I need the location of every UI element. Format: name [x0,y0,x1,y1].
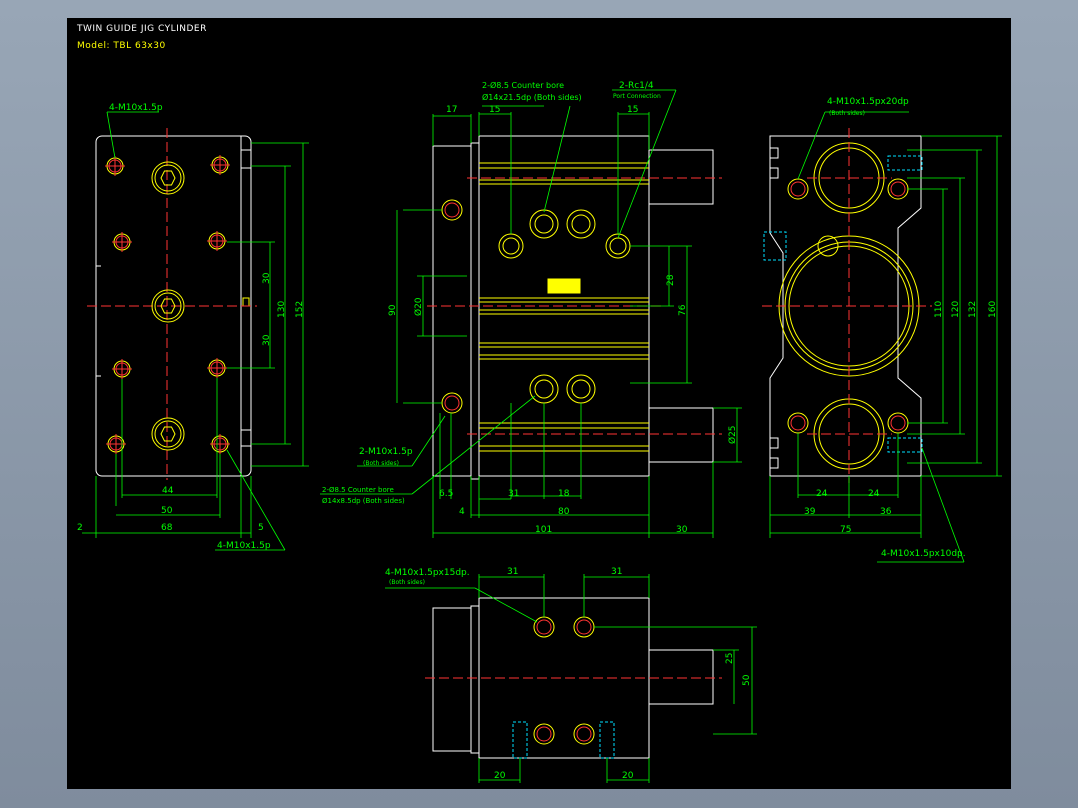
dim-phi25: Ø25 [727,425,738,444]
dim-17: 17 [446,105,457,115]
rear-view-centerlines [762,128,932,483]
dim-76: 76 [678,304,688,316]
dim-30-b: 30 [262,334,272,346]
dim-39: 39 [804,507,816,517]
dim-152: 152 [295,301,305,318]
front-view-dimensions [82,111,309,551]
dim-30-a: 30 [262,272,272,284]
dim-18: 18 [558,489,570,499]
dim-31: 31 [508,489,519,499]
dim-24-a: 24 [816,489,828,499]
label-m10-side: 2-M10x1.5p [359,447,413,457]
top-view-holes [533,616,595,745]
label-both-sides-1: (Both sides) [363,460,399,467]
label-both-sides-2: (Both sides) [829,110,865,117]
dim-6-5: 6.5 [439,489,453,499]
dim-24-b: 24 [868,489,880,499]
rear-view-dimensions [769,111,1002,563]
dim-50: 50 [161,506,173,516]
label-m10-rear-bottom: 4-M10x1.5px10dp. [881,549,966,559]
side-view-yellow [479,162,649,452]
dim-50-top: 50 [742,674,752,686]
label-counter-bore-bottom-2: Ø14x8.5dp (Both sides) [322,497,405,505]
dim-110: 110 [934,301,944,318]
dim-28: 28 [666,274,676,286]
dim-132: 132 [968,301,978,318]
dim-30-side: 30 [676,525,688,535]
dim-120: 120 [951,301,961,318]
dim-4: 4 [459,507,465,517]
dim-15-b: 15 [627,105,638,115]
dim-80: 80 [558,507,570,517]
label-counter-bore-top-1: 2-Ø8.5 Counter bore [482,80,564,90]
label-port-connection: Port Connection [613,93,661,100]
label-m10-rear-top: 4-M10x1.5px20dp [827,97,909,107]
dim-130: 130 [277,301,287,318]
dim-25: 25 [725,653,735,664]
dim-5: 5 [258,523,264,533]
dim-36: 36 [880,507,892,517]
dim-31-b: 31 [611,567,622,577]
dim-90: 90 [388,304,398,316]
dim-phi20: Ø20 [413,297,424,316]
dim-160: 160 [988,301,998,318]
dim-15-a: 15 [489,105,500,115]
dim-2: 2 [77,523,83,533]
dim-31-a: 31 [507,567,518,577]
drawing-canvas[interactable]: TWIN GUIDE JIG CYLINDER Model: TBL 63x30 [67,18,1011,789]
top-view-dim-text: 4-M10x1.5px15dp. (Both sides) 31 31 25 5… [385,567,752,781]
dim-20-b: 20 [622,771,634,781]
top-view-hidden [512,721,615,759]
dim-101: 101 [535,525,552,535]
dim-75: 75 [840,525,851,535]
label-both-sides-3: (Both sides) [389,579,425,586]
cad-drawing: 4-M10x1.5p 152 130 30 30 44 50 68 2 5 4-… [77,80,1002,783]
label-m10-top-view: 4-M10x1.5px15dp. [385,568,470,578]
label-rc14: 2-Rc1/4 [619,81,654,91]
label-counter-bore-top-2: Ø14x21.5dp (Both sides) [482,92,582,102]
side-view-dim-text: 17 15 15 2-Ø8.5 Counter bore Ø14x21.5dp … [322,80,738,535]
cad-window: TWIN GUIDE JIG CYLINDER Model: TBL 63x30 [0,0,1078,808]
dim-20-a: 20 [494,771,506,781]
label-counter-bore-bottom-1: 2-Ø8.5 Counter bore [322,486,394,494]
rear-view-dim-text: 4-M10x1.5px20dp (Both sides) 160 132 120… [804,97,998,559]
label-4m10-bottom: 4-M10x1.5p [217,541,271,551]
label-4m10-top: 4-M10x1.5p [109,103,163,113]
dim-44: 44 [162,486,174,496]
dim-68: 68 [161,523,173,533]
